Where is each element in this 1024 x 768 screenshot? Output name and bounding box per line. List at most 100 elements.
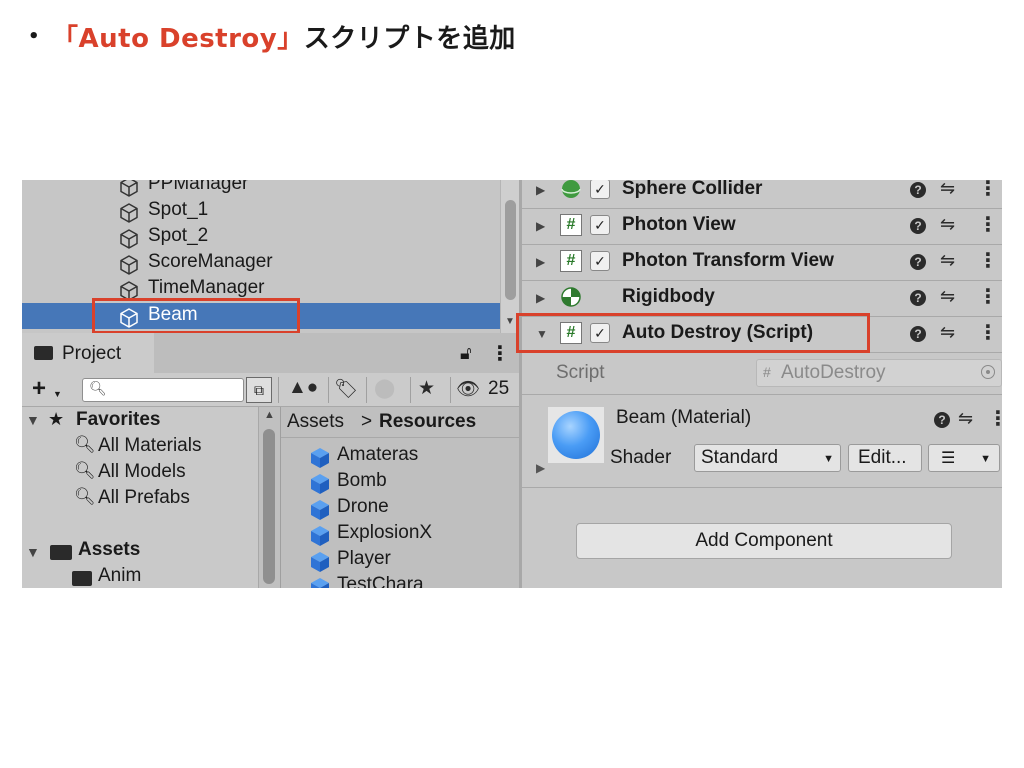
hierarchy-item-label: TimeManager (148, 277, 265, 298)
toolbar-divider (450, 377, 451, 403)
search-by-type-button[interactable]: ⧉ (246, 377, 272, 403)
script-hash-icon: # (560, 250, 582, 272)
chevron-down-icon: ▼ (53, 389, 62, 399)
kebab-menu-icon[interactable]: ⋮ (490, 341, 510, 366)
help-icon[interactable]: ? (910, 182, 926, 198)
lock-icon[interactable]: 🔓︎ (460, 343, 472, 364)
fold-arrow-icon[interactable]: ▶ (536, 461, 545, 475)
hierarchy-item[interactable]: PPManager (22, 180, 500, 198)
kebab-menu-icon[interactable]: ⋮ (978, 284, 998, 309)
eye-icon[interactable]: 👁︎ (456, 377, 480, 401)
list-icon: ☰ (941, 450, 956, 467)
component-header-photon-view[interactable]: ▶ # ✓ Photon View ? ⇋ ⋮ (522, 208, 1002, 245)
favorite-item-all-materials[interactable]: All Materials (98, 435, 201, 457)
help-icon[interactable]: ? (910, 326, 926, 342)
favorite-item-all-models[interactable]: All Models (98, 461, 186, 483)
prefab-item[interactable]: Player (337, 548, 391, 570)
assets-label[interactable]: Assets (78, 539, 140, 561)
component-header-rigidbody[interactable]: ▶ Rigidbody ? ⇋ ⋮ (522, 280, 1002, 317)
slide-heading: • 「Auto Destroy」 スクリプトを追加 (28, 18, 516, 54)
project-tab-label: Project (62, 343, 122, 364)
edit-shader-button[interactable]: Edit... (848, 444, 922, 472)
filter-by-type-icon[interactable]: ▲● (288, 377, 318, 399)
fold-arrow-icon[interactable]: ▶ (536, 183, 545, 197)
breadcrumb-current[interactable]: Resources (379, 411, 476, 433)
fold-arrow-icon[interactable]: ▶ (536, 291, 545, 305)
component-header-sphere-collider[interactable]: ▶ ✓ Sphere Collider ? ⇋ ⋮ (522, 180, 1002, 209)
expand-arrow-icon[interactable]: ▼ (26, 544, 40, 560)
prefab-item[interactable]: ExplosionX (337, 522, 432, 544)
project-tree-scrollbar[interactable]: ▲ (258, 407, 281, 588)
component-header-photon-transform-view[interactable]: ▶ # ✓ Photon Transform View ? ⇋ ⋮ (522, 244, 1002, 281)
gameobject-cube-icon (120, 203, 138, 223)
warning-filter-icon[interactable]: ⬤ (374, 377, 395, 400)
tag-icon[interactable]: 🏷︎ (334, 377, 358, 401)
search-icon: 🔍︎ (74, 435, 96, 454)
folder-icon (72, 571, 92, 586)
toolbar-divider (366, 377, 367, 403)
scrollbar-thumb[interactable] (505, 200, 516, 300)
kebab-menu-icon[interactable]: ⋮ (988, 406, 1002, 431)
add-component-button[interactable]: Add Component (576, 523, 952, 559)
breadcrumb-root[interactable]: Assets (287, 411, 344, 433)
fold-arrow-icon[interactable]: ▶ (536, 219, 545, 233)
hierarchy-item-label: PPManager (148, 180, 249, 194)
script-hash-icon: # (560, 214, 582, 236)
presets-sliders-icon[interactable]: ⇋ (940, 286, 955, 307)
favorites-label[interactable]: Favorites (76, 409, 160, 431)
scrollbar-thumb[interactable] (263, 429, 275, 584)
favorite-star-icon[interactable]: ★ (418, 377, 435, 400)
hierarchy-item-label: ScoreManager (148, 251, 273, 272)
prefab-item[interactable]: Amateras (337, 444, 418, 466)
presets-sliders-icon[interactable]: ⇋ (940, 322, 955, 343)
project-tab[interactable]: Project (22, 333, 154, 373)
favorite-item-all-prefabs[interactable]: All Prefabs (98, 487, 190, 509)
script-object-field[interactable]: # AutoDestroy (756, 359, 1002, 387)
prefab-item[interactable]: Bomb (337, 470, 387, 492)
kebab-menu-icon[interactable]: ⋮ (978, 212, 998, 237)
help-icon[interactable]: ? (910, 290, 926, 306)
prefab-cube-icon (311, 500, 329, 520)
shader-dropdown[interactable]: Standard ▼ (694, 444, 841, 472)
presets-sliders-icon[interactable]: ⇋ (958, 408, 973, 429)
hierarchy-scrollbar[interactable]: ▼ (500, 180, 519, 333)
presets-sliders-icon[interactable]: ⇋ (940, 180, 955, 199)
object-picker-icon[interactable] (981, 365, 995, 379)
component-enabled-checkbox[interactable]: ✓ (590, 215, 610, 235)
material-section: Beam (Material) ? ⇋ ⋮ ▶ Shader Standard … (522, 395, 1002, 488)
component-name: Photon View (622, 214, 736, 235)
scroll-down-arrow-icon[interactable]: ▼ (505, 316, 515, 327)
prefab-item[interactable]: Drone (337, 496, 389, 518)
shader-options-dropdown[interactable]: ☰ ▼ (928, 444, 1000, 472)
component-enabled-checkbox[interactable]: ✓ (590, 180, 610, 199)
rigidbody-icon (561, 287, 581, 307)
hierarchy-item[interactable]: Spot_1 (22, 198, 500, 224)
hierarchy-item[interactable]: ScoreManager (22, 250, 500, 276)
kebab-menu-icon[interactable]: ⋮ (978, 320, 998, 345)
asset-folder-anim[interactable]: Anim (98, 565, 141, 587)
expand-arrow-icon[interactable]: ▼ (26, 412, 40, 428)
kebab-menu-icon[interactable]: ⋮ (978, 180, 998, 201)
script-property-row: Script # AutoDestroy (522, 352, 1002, 392)
scroll-up-arrow-icon[interactable]: ▲ (264, 409, 275, 421)
hierarchy-item[interactable]: Spot_2 (22, 224, 500, 250)
search-icon: 🔍︎ (74, 461, 96, 480)
search-input[interactable]: 🔍︎ (82, 378, 244, 402)
help-icon[interactable]: ? (910, 254, 926, 270)
material-preview (548, 407, 604, 463)
project-toolbar: + ▼ 🔍︎ ⧉ ▲● 🏷︎ ⬤ ★ 👁︎ 25 (22, 373, 519, 407)
component-enabled-checkbox[interactable]: ✓ (590, 251, 610, 271)
fold-arrow-icon[interactable]: ▶ (536, 255, 545, 269)
create-button[interactable]: + (32, 375, 46, 403)
heading-rest-text: スクリプトを追加 (303, 23, 516, 54)
help-icon[interactable]: ? (934, 412, 950, 428)
presets-sliders-icon[interactable]: ⇋ (940, 250, 955, 271)
project-tab-bar: Project 🔓︎ ⋮ (22, 333, 519, 373)
kebab-menu-icon[interactable]: ⋮ (978, 248, 998, 273)
toolbar-divider (278, 377, 279, 403)
help-icon[interactable]: ? (910, 218, 926, 234)
material-name: Beam (Material) (616, 407, 752, 428)
presets-sliders-icon[interactable]: ⇋ (940, 214, 955, 235)
prefab-item[interactable]: TestChara (337, 574, 424, 588)
prefab-cube-icon (311, 526, 329, 546)
